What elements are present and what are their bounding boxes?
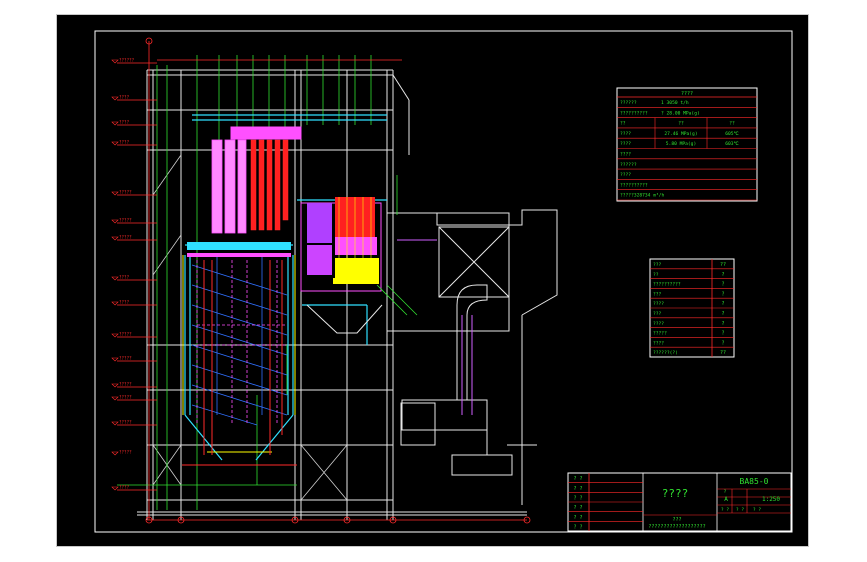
elevation-triangle-icon bbox=[111, 121, 119, 126]
tb-small-cell: ? ? bbox=[736, 507, 744, 513]
legend-mark: ? bbox=[721, 291, 724, 297]
elevation-triangle-icon bbox=[111, 301, 119, 306]
elevation-triangle-icon bbox=[111, 96, 119, 101]
elevation-triangle-icon bbox=[111, 486, 119, 491]
title-placeholder: ???? bbox=[662, 487, 689, 500]
sheet-size: A bbox=[724, 496, 728, 503]
elevation-triangle-icon bbox=[111, 236, 119, 241]
elevation-label: ????? bbox=[119, 450, 132, 455]
elevation-label: ?????? bbox=[119, 58, 135, 63]
tb-left-label: ? ? bbox=[573, 476, 582, 482]
elevation-triangle-icon bbox=[111, 396, 119, 401]
elevation-label: ????? bbox=[119, 382, 132, 387]
spec-cell: 5.80 MPa(g) bbox=[666, 141, 696, 147]
legend-mark: ?? bbox=[720, 262, 726, 268]
elevation-triangle-icon bbox=[111, 421, 119, 426]
elevation-triangle-icon bbox=[111, 191, 119, 196]
legend-label: ??? bbox=[653, 311, 662, 317]
drawing-number: BA85-0 bbox=[740, 477, 769, 486]
boiler-structure bbox=[117, 37, 558, 524]
tb-left-label: ? ? bbox=[573, 496, 582, 502]
tb-left-label: ? ? bbox=[573, 515, 582, 521]
elevation-triangle-icon bbox=[111, 357, 119, 362]
elevation-label: ????? bbox=[119, 395, 132, 400]
legend-label: ??? bbox=[653, 291, 662, 297]
spec-cell: ???? bbox=[620, 141, 631, 147]
legend-table: ????????????????????????????????????????… bbox=[649, 258, 735, 358]
elevation-label: ????? bbox=[119, 218, 132, 223]
convection-pass bbox=[300, 197, 383, 334]
legend-mark: ? bbox=[721, 321, 724, 327]
elevation-label: ???? bbox=[119, 95, 130, 100]
legend-mark: ? bbox=[721, 331, 724, 337]
elevation-label: ????? bbox=[119, 420, 132, 425]
elevation-triangle-icon bbox=[111, 333, 119, 338]
elevation-label: ???? bbox=[119, 140, 130, 145]
tb-left-label: ? ? bbox=[573, 505, 582, 511]
tb-small-cell: ? ? bbox=[721, 507, 729, 513]
title-block: ? ?? ?? ?? ?? ?? ? ???? ??? ????????????… bbox=[567, 472, 792, 532]
spec-cell: 603℃ bbox=[725, 141, 739, 147]
spec-cell: ?????? bbox=[620, 162, 637, 168]
legend-label: ???? bbox=[653, 340, 664, 346]
spec-cell: ?????328734 m³/h bbox=[620, 193, 664, 199]
project-line-1: ??? bbox=[672, 517, 681, 523]
elevation-label: ???? bbox=[119, 300, 130, 305]
elevation-label: ????? bbox=[119, 235, 132, 240]
legend-label: ???? bbox=[653, 301, 664, 307]
legend-mark: ?? bbox=[720, 350, 726, 356]
spec-cell: ?? bbox=[729, 121, 735, 127]
cad-viewport[interactable]: ????????????????????????????????????????… bbox=[0, 0, 867, 562]
elevation-triangle-icon bbox=[111, 59, 119, 64]
elevation-triangle-icon bbox=[111, 141, 119, 146]
elevation-label: ????? bbox=[119, 332, 132, 337]
elevation-label: ???? bbox=[119, 275, 130, 280]
legend-label: ??? bbox=[653, 262, 662, 268]
elevation-triangle-icon bbox=[111, 451, 119, 456]
legend-mark: ? bbox=[721, 340, 724, 346]
tb-small-cell: ? ? bbox=[753, 507, 761, 513]
legend-mark: ? bbox=[721, 282, 724, 288]
drawing-scale: 1:250 bbox=[762, 496, 780, 503]
spec-table-header: ???? bbox=[681, 91, 693, 97]
spec-cell: ???? bbox=[620, 172, 631, 178]
spec-cell: 1 3050 t/h bbox=[661, 100, 689, 106]
elevation-label: ????? bbox=[119, 190, 132, 195]
tb-left-label: ? ? bbox=[573, 525, 582, 531]
spec-cell: 27.46 MPa(g) bbox=[664, 131, 697, 137]
spec-cell: ???? bbox=[620, 131, 631, 137]
legend-mark: ? bbox=[721, 272, 724, 278]
spec-cell: ?????????? bbox=[620, 182, 648, 188]
tb-left-label: ? ? bbox=[573, 486, 582, 492]
project-line-2: ??????????????????? bbox=[648, 524, 705, 530]
spec-cell: ?????? bbox=[620, 100, 637, 106]
spec-cell: ???? bbox=[620, 152, 631, 158]
legend-label: ????? bbox=[653, 331, 667, 337]
boiler-drawing: ????????????????????????????????????????… bbox=[94, 30, 793, 533]
spec-cell: ?? bbox=[620, 121, 626, 127]
legend-label: ??????(?) bbox=[653, 350, 678, 356]
tb-small-cell: ? bbox=[724, 489, 727, 495]
spec-cell: ? 28.00 MPa(g) bbox=[661, 110, 700, 116]
elevation-triangle-icon bbox=[111, 276, 119, 281]
legend-label: ?? bbox=[653, 272, 659, 278]
spec-cell: 605℃ bbox=[725, 131, 739, 137]
elevation-label: ???? bbox=[119, 120, 130, 125]
legend-mark: ? bbox=[721, 301, 724, 307]
elevation-triangle-icon bbox=[111, 383, 119, 388]
spec-cell: ?? bbox=[678, 121, 684, 127]
elevation-label: ???? bbox=[119, 485, 130, 490]
spec-table: ?????? 1 3050 t/h?????????? ? 28.00 MPa(g)… bbox=[616, 87, 758, 202]
legend-label: ???? bbox=[653, 321, 664, 327]
spec-cell: ?????????? bbox=[620, 110, 648, 116]
drawing-sheet: ????????????????????????????????????????… bbox=[56, 14, 809, 547]
elevation-label: ????? bbox=[119, 356, 132, 361]
legend-label: ?????????? bbox=[653, 282, 681, 288]
legend-mark: ? bbox=[721, 311, 724, 317]
elevation-triangle-icon bbox=[111, 219, 119, 224]
